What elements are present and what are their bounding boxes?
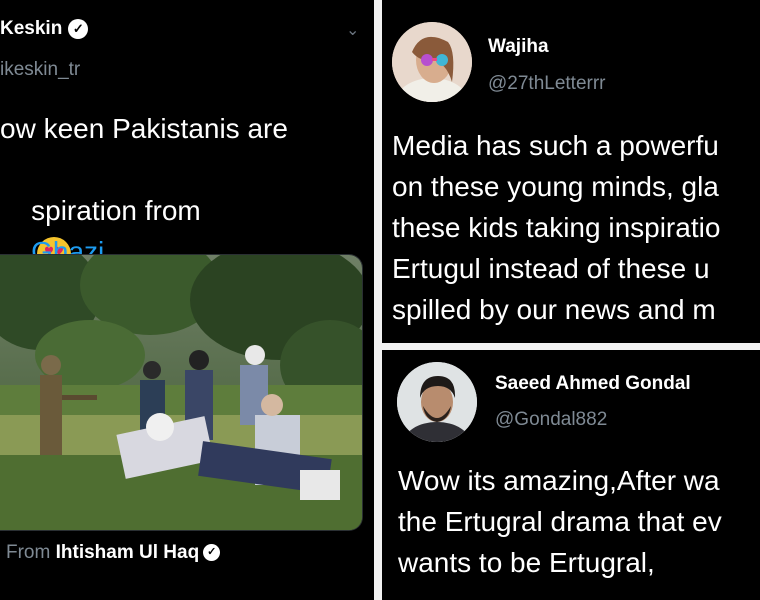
divider (374, 0, 382, 600)
video-thumbnail[interactable] (0, 254, 363, 531)
verified-icon: ✓ (203, 544, 221, 562)
author-name-text: Keskin (0, 18, 63, 39)
tweet-text-line-3: these kids taking inspiratio (392, 212, 721, 243)
tweet-text-line-1: Media has such a powerfu (392, 130, 719, 161)
tweet-text-line-2: on these young minds, gla (392, 171, 719, 202)
avatar[interactable] (392, 22, 472, 102)
tweet-text-line-4: Ertugul instead of these u (392, 253, 710, 284)
verified-icon: ✓ (68, 18, 89, 39)
author-name[interactable]: Keskin ✓ (0, 18, 89, 40)
tweet-text-line-2: the Ertugral drama that ev (398, 506, 722, 537)
avatar[interactable] (397, 362, 477, 442)
from-attribution[interactable]: From Ihtisham Ul Haq ✓ (6, 542, 221, 564)
author-handle[interactable]: @Gondal882 (495, 409, 607, 431)
tweet-text-line-5: spilled by our news and m (392, 294, 716, 325)
tweet-text-line-1: ow keen Pakistanis are (0, 113, 288, 144)
divider (382, 343, 760, 350)
tweet-text-line-1: Wow its amazing,After wa (398, 465, 720, 496)
author-name[interactable]: Saeed Ahmed Gondal (495, 373, 691, 395)
author-handle[interactable]: ikeskin_tr (0, 59, 80, 81)
wajiha-tweet: Wajiha @27thLetterrr Media has such a po… (382, 0, 760, 343)
tweet-text-line-3: wants to be Ertugral, (398, 547, 655, 578)
from-name: Ihtisham Ul Haq (55, 542, 200, 563)
author-name[interactable]: Wajiha (488, 36, 549, 58)
chevron-down-icon[interactable]: ⌄ (346, 20, 359, 40)
left-tweet: Keskin ✓ ⌄ ikeskin_tr ow keen Pakistanis … (0, 0, 374, 600)
gondal-tweet: Saeed Ahmed Gondal @Gondal882 Wow its am… (382, 350, 760, 600)
author-handle[interactable]: @27thLetterrr (488, 73, 606, 95)
from-label: From (6, 542, 51, 563)
